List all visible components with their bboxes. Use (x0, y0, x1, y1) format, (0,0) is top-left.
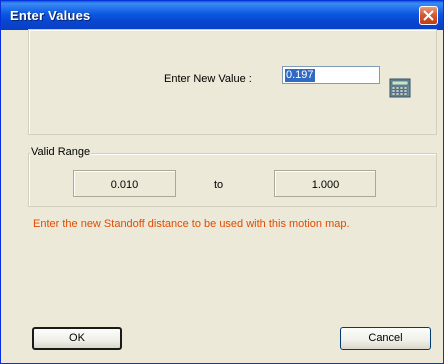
close-button[interactable] (419, 6, 438, 25)
info-message: Enter the new Standoff distance to be us… (33, 218, 350, 230)
range-max-value: 1.000 (311, 179, 340, 191)
window-title: Enter Values (10, 8, 91, 23)
calculator-button[interactable] (389, 78, 411, 98)
calculator-icon (389, 78, 411, 98)
ok-button[interactable]: OK (32, 327, 122, 350)
value-input-text: 0.197 (285, 69, 315, 82)
range-separator: to (214, 179, 224, 191)
close-icon (423, 10, 434, 21)
cancel-button[interactable]: Cancel (340, 327, 431, 350)
enter-value-label: Enter New Value : (164, 73, 252, 85)
value-input[interactable]: 0.197 (282, 66, 380, 84)
title-bar[interactable]: Enter Values (1, 1, 443, 30)
range-min-value: 0.010 (110, 179, 139, 191)
valid-range-caption: Valid Range (30, 146, 92, 158)
